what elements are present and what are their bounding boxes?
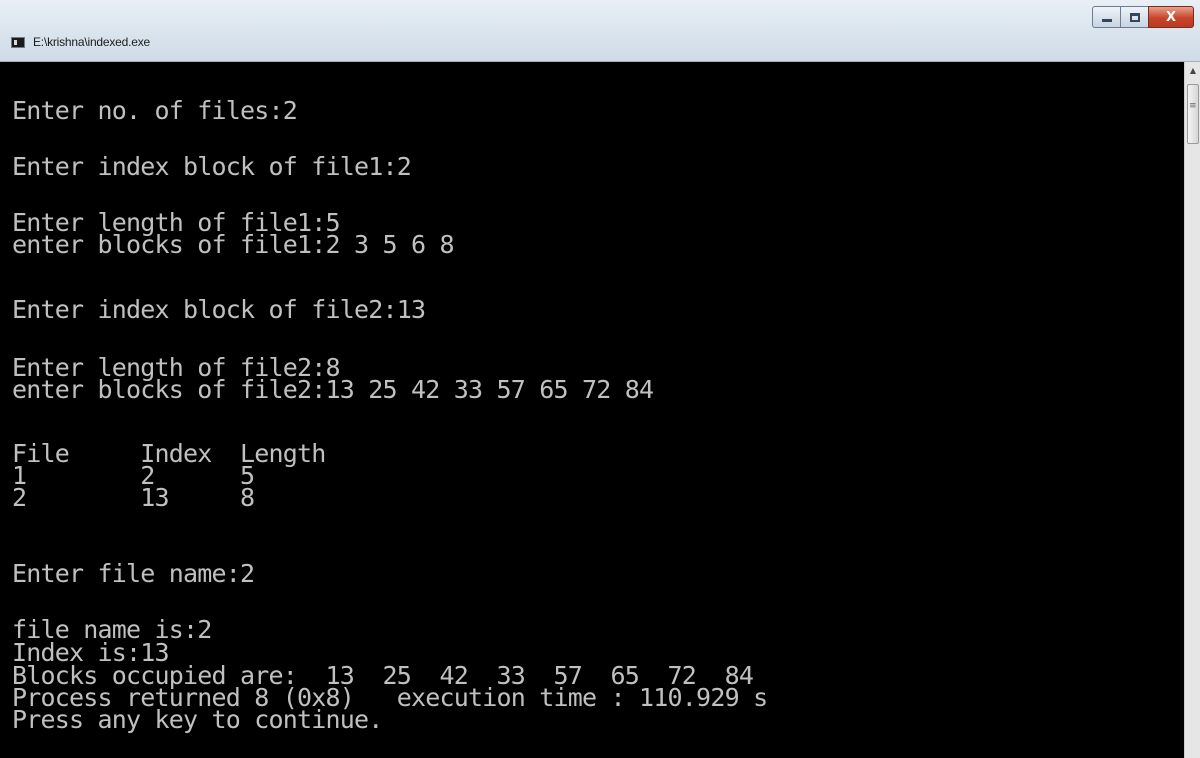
console-line: Enter index block of file1:2	[12, 152, 412, 181]
title-bar[interactable]: E:\krishna\indexed.exe X	[0, 0, 1200, 62]
vertical-scrollbar[interactable]: ▲	[1184, 62, 1200, 758]
window-title: E:\krishna\indexed.exe	[33, 35, 151, 49]
console-line: enter blocks of file1:2 3 5 6 8	[12, 230, 455, 259]
close-icon: X	[1165, 9, 1177, 25]
console-line: Enter index block of file2:13	[12, 295, 426, 324]
minimize-icon	[1101, 19, 1112, 22]
console-output[interactable]: Enter no. of files:2 Enter index block o…	[0, 62, 1184, 758]
console-line: Press any key to continue.	[12, 705, 383, 734]
caption-buttons: X	[1092, 0, 1194, 34]
scroll-thumb[interactable]	[1187, 84, 1199, 144]
minimize-button[interactable]	[1092, 6, 1120, 28]
table-row: 2 13 8	[12, 483, 255, 512]
console-window: E:\krishna\indexed.exe X Enter no. of fi…	[0, 0, 1200, 758]
close-button[interactable]: X	[1148, 6, 1194, 28]
maximize-button[interactable]	[1120, 6, 1148, 28]
scroll-up-arrow-icon[interactable]: ▲	[1185, 62, 1200, 78]
console-line: Enter file name:2	[12, 559, 255, 588]
console-app-icon[interactable]	[11, 37, 25, 48]
maximize-icon	[1129, 12, 1140, 22]
console-line: enter blocks of file2:13 25 42 33 57 65 …	[12, 375, 654, 404]
console-line: Enter no. of files:2	[12, 96, 298, 125]
